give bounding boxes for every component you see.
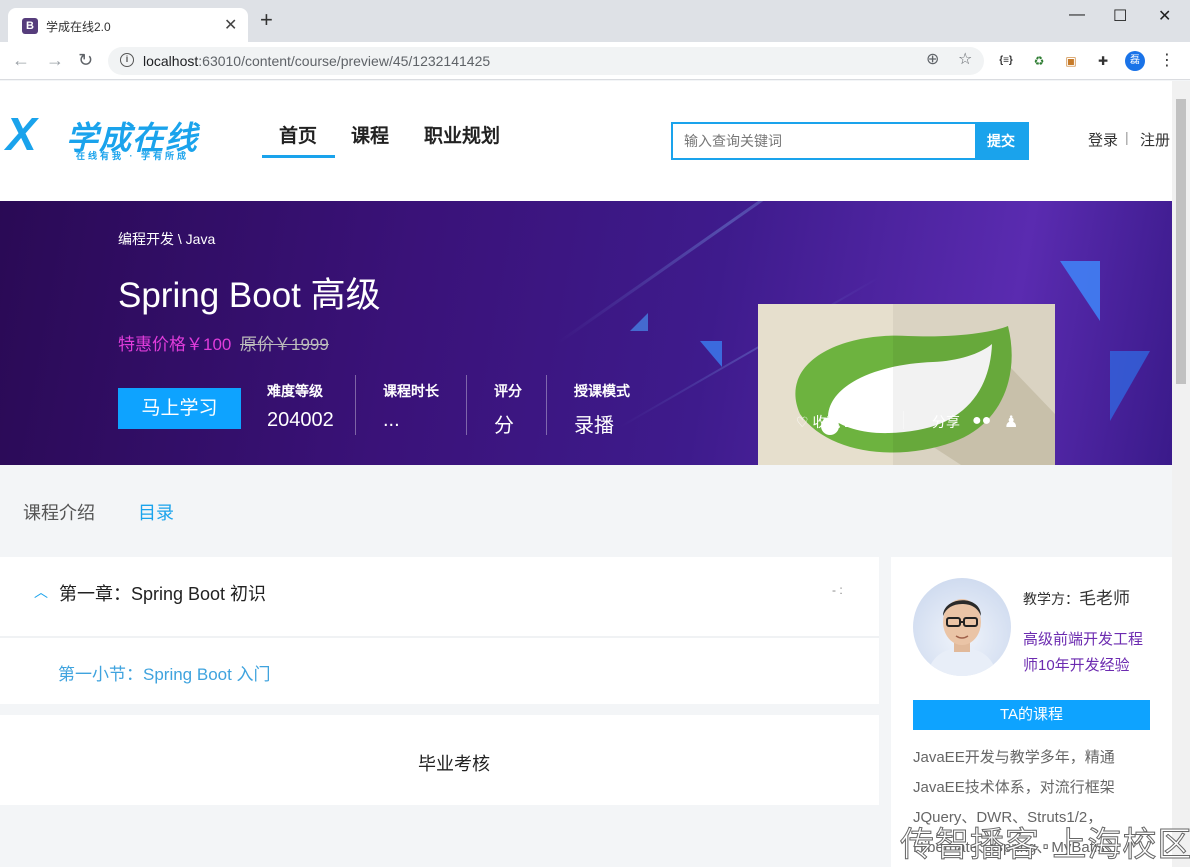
ta-courses-button[interactable]: TA的课程: [913, 700, 1150, 730]
vue-devtools-extension-icon[interactable]: ♻: [1030, 52, 1048, 70]
course-price: 特惠价格￥100: [118, 335, 232, 354]
banner-shape-decoration: [700, 341, 722, 367]
nav-career[interactable]: 职业规划: [424, 121, 500, 148]
tab-catalog[interactable]: 目录: [138, 499, 174, 525]
chapter-title[interactable]: 第一章：Spring Boot 初识: [59, 580, 266, 606]
nav-home[interactable]: 首页: [279, 121, 317, 148]
browser-menu-icon[interactable]: ⋮: [1158, 52, 1176, 70]
collect-button[interactable]: ♡ 收藏 23: [796, 412, 860, 432]
nav-active-indicator: [262, 155, 335, 158]
browser-tab-strip: B 学成在线2.0 ✕ + — ☐ ✕: [0, 0, 1190, 42]
start-learning-button[interactable]: 马上学习: [118, 388, 241, 429]
stat-label: 授课模式: [574, 383, 630, 399]
page-scrollbar[interactable]: [1172, 81, 1190, 867]
lesson-link[interactable]: 第一小节：Spring Boot 入门: [58, 660, 271, 685]
banner-shape-decoration: [1110, 351, 1150, 421]
nav-courses[interactable]: 课程: [351, 121, 389, 148]
stat-label: 评分: [494, 383, 522, 399]
forward-arrow-icon[interactable]: →: [46, 50, 64, 70]
stat-rating: 评分 分: [494, 381, 522, 438]
stat-label: 课程时长: [383, 383, 439, 399]
back-arrow-icon[interactable]: ←: [12, 50, 30, 70]
site-info-icon[interactable]: i: [120, 53, 134, 67]
qq-icon[interactable]: ♟: [1004, 412, 1018, 432]
stat-value: ...: [383, 409, 400, 431]
minimize-icon[interactable]: —: [1069, 6, 1085, 24]
watermark-text: 传智播客·上海校区: [899, 826, 1190, 865]
share-label: 分享: [932, 414, 960, 430]
login-link[interactable]: 登录: [1088, 129, 1118, 150]
teacher-name-label: 教学方：: [1023, 591, 1079, 607]
teacher-name: 毛老师: [1079, 589, 1130, 608]
heart-icon: ♡: [796, 414, 813, 430]
profile-avatar[interactable]: 磊: [1125, 51, 1145, 71]
search-box: 提交: [671, 122, 1029, 160]
search-input[interactable]: [673, 124, 977, 158]
page-viewport: X 学成在线 在线有我 · 学有所成 首页 课程 职业规划 提交 登录 | 注册…: [0, 81, 1172, 867]
url-path: :63010/content/course/preview/45/1232141…: [198, 53, 491, 69]
new-tab-icon[interactable]: +: [260, 9, 273, 31]
banner-shape-decoration: [630, 313, 648, 331]
chapter-panel: ︿ 第一章：Spring Boot 初识 - : 第一小节：Spring Boo…: [0, 557, 879, 704]
banner-shape-decoration: [1060, 261, 1100, 321]
bookmark-star-icon[interactable]: ☆: [958, 50, 972, 70]
site-header: X 学成在线 在线有我 · 学有所成 首页 课程 职业规划 提交 登录 | 注册: [0, 81, 1172, 201]
stat-label: 难度等级: [267, 383, 323, 399]
stat-divider: [355, 375, 356, 435]
teacher-position: 高级前端开发工程师10年开发经验: [1023, 631, 1144, 674]
share-divider: [903, 411, 904, 429]
register-link[interactable]: 注册: [1140, 129, 1170, 150]
reload-icon[interactable]: ↻: [78, 50, 93, 70]
scrollbar-thumb[interactable]: [1176, 99, 1186, 384]
exam-label: 毕业考核: [418, 754, 490, 774]
reader-extension-icon[interactable]: ▣: [1062, 52, 1080, 70]
spring-leaf-logo-icon: [758, 304, 1055, 465]
tab-course-intro[interactable]: 课程介绍: [23, 499, 95, 525]
course-banner: 编程开发 \ Java Spring Boot 高级 特惠价格￥100 原价￥1…: [0, 201, 1172, 465]
close-tab-icon[interactable]: ✕: [224, 15, 237, 35]
zoom-icon[interactable]: ⊕: [926, 50, 939, 70]
stat-value: 录播: [574, 415, 614, 437]
collect-count: 收藏 23: [812, 414, 860, 430]
extensions-puzzle-icon[interactable]: ✚: [1094, 52, 1112, 70]
url-host: localhost: [143, 53, 199, 69]
stat-value: 204002: [267, 409, 334, 431]
teacher-portrait-icon: [927, 599, 997, 676]
address-bar[interactable]: i localhost:63010/content/course/preview…: [108, 47, 984, 75]
login-register-separator: |: [1125, 129, 1129, 145]
json-extension-icon[interactable]: {≡}: [997, 52, 1015, 70]
chapter-divider: [0, 636, 879, 638]
chapter-meta: - :: [832, 583, 843, 597]
url-text: localhost:63010/content/course/preview/4…: [143, 53, 490, 69]
stat-duration: 课程时长 ...: [383, 381, 439, 432]
tab-title: 学成在线2.0: [46, 20, 111, 34]
stat-difficulty: 难度等级 204002: [267, 381, 334, 432]
site-logo[interactable]: X 学成在线 在线有我 · 学有所成: [6, 109, 226, 161]
chevron-up-icon[interactable]: ︿: [34, 582, 48, 602]
logo-slogan: 在线有我 · 学有所成: [76, 151, 189, 161]
teacher-avatar: [913, 578, 1011, 676]
search-submit-button[interactable]: 提交: [975, 124, 1027, 158]
window-close-icon[interactable]: ✕: [1158, 6, 1171, 26]
bootstrap-favicon-icon: B: [22, 18, 38, 34]
course-breadcrumb: 编程开发 \ Java: [118, 231, 216, 247]
stat-value: 分: [494, 415, 514, 437]
browser-toolbar: ← → ↻ i localhost:63010/content/course/p…: [0, 42, 1190, 80]
graduation-exam-panel[interactable]: 毕业考核: [0, 715, 879, 805]
maximize-icon[interactable]: ☐: [1113, 6, 1127, 26]
course-title: Spring Boot 高级: [118, 276, 381, 315]
browser-tab[interactable]: B 学成在线2.0 ✕: [8, 8, 248, 42]
original-price: 原价￥1999: [240, 335, 329, 354]
logo-x-mark-icon: X: [6, 108, 37, 160]
stat-teaching-mode: 授课模式 录播: [574, 381, 630, 438]
teacher-name-row: 教学方：毛老师: [1023, 584, 1130, 609]
course-cover-image: [758, 304, 1055, 465]
stat-divider: [546, 375, 547, 435]
stat-divider: [466, 375, 467, 435]
wechat-icon[interactable]: ●●: [972, 412, 991, 430]
